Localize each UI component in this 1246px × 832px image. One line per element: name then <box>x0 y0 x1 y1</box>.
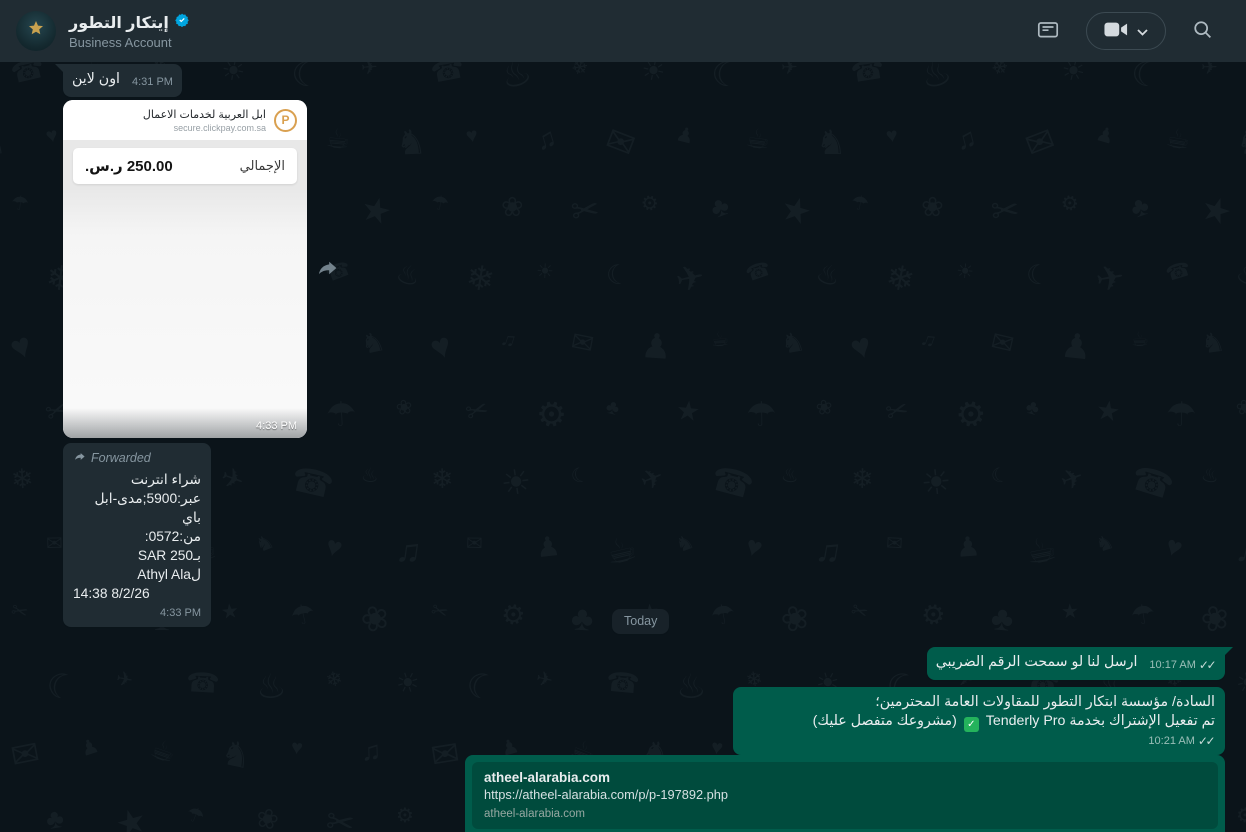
message-time: 4:33 PM <box>256 420 297 432</box>
payment-site-url: secure.clickpay.com.sa <box>173 122 266 133</box>
receipt-total-row: الإجمالي 250.00 ر.س. <box>73 148 297 184</box>
message-line: تم تفعيل الإشتراك بخدمة Tenderly Pro ✓ (… <box>743 712 1215 732</box>
search-icon <box>1192 19 1213 43</box>
total-value: 250.00 ر.س. <box>85 158 173 175</box>
message-time: 10:21 AM <box>1148 735 1195 747</box>
message-text: ارسل لنا لو سمحت الرقم الضريبي <box>935 654 1138 670</box>
clickpay-logo-icon: P <box>274 108 297 132</box>
message-time: 4:33 PM <box>160 607 201 619</box>
message-text: تم تفعيل الإشتراك بخدمة Tenderly Pro <box>985 713 1215 729</box>
forwarded-line: بـSAR 250 <box>137 548 201 563</box>
video-call-button[interactable] <box>1086 12 1166 50</box>
outgoing-message-tax-request: ارسل لنا لو سمحت الرقم الضريبي 10:17 AM … <box>926 647 1234 680</box>
verified-badge-icon <box>175 13 189 32</box>
screen-share-button[interactable] <box>1036 18 1060 45</box>
forward-message-icon[interactable] <box>315 256 339 285</box>
message-meta: 10:17 AM ✓✓ <box>1149 658 1216 672</box>
message-time: 4:31 PM <box>132 76 173 88</box>
chat-header: إيتكار التطور Business Account <box>0 0 1246 62</box>
outgoing-message-activation: السادة/ مؤسسة ابتكار التطور للمقاولات ال… <box>733 687 1225 755</box>
incoming-message-online: اون لاين 4:31 PM <box>55 64 182 97</box>
avatar-logo-icon <box>26 19 46 44</box>
search-button[interactable] <box>1192 19 1213 43</box>
account-type-label: Business Account <box>69 34 172 50</box>
screen-share-icon <box>1036 18 1060 45</box>
chevron-down-icon <box>1137 24 1148 39</box>
check-mark-emoji: ✓ <box>963 717 979 732</box>
incoming-image-message-receipt[interactable]: P ابل العربية لخدمات الاعمال secure.clic… <box>63 100 307 438</box>
outgoing-message-link: atheel-alarabia.com https://atheel-alara… <box>465 755 1225 832</box>
contact-info[interactable]: إيتكار التطور Business Account <box>69 13 189 50</box>
forwarded-line: لAthyl Ala <box>137 567 201 582</box>
message-text: اون لاين <box>72 71 120 87</box>
link-preview-card[interactable]: atheel-alarabia.com https://atheel-alara… <box>472 762 1218 829</box>
forwarded-label: Forwarded <box>91 451 151 465</box>
link-preview-title: atheel-alarabia.com <box>484 770 611 785</box>
message-meta: 10:21 AM ✓✓ <box>743 734 1215 748</box>
video-camera-icon <box>1104 21 1128 41</box>
forwarded-text-block: شراء انترنت عبر:5900;مدى-ابل باي من:0572… <box>73 470 201 603</box>
forwarded-label-row: Forwarded <box>73 450 201 466</box>
incoming-message-forwarded: Forwarded شراء انترنت عبر:5900;مدى-ابل ب… <box>63 443 211 627</box>
receipt-header: P ابل العربية لخدمات الاعمال secure.clic… <box>63 100 307 140</box>
message-line: السادة/ مؤسسة ابتكار التطور للمقاولات ال… <box>875 694 1215 710</box>
forwarded-line: عبر:5900;مدى-ابل باي <box>94 491 201 525</box>
forwarded-line: شراء انترنت <box>130 472 201 487</box>
total-label: الإجمالي <box>239 158 285 173</box>
merchant-name: ابل العربية لخدمات الاعمال <box>142 108 266 121</box>
date-divider: Today <box>612 609 670 634</box>
link-url[interactable]: https://atheel-alarabia.com/p/p-197892.p… <box>484 787 1206 803</box>
whatsapp-chat-window: ★☂❀✂⚙♣★☂❀✂⚙♣★☂❀✂⚙♣★☎♨❄☀☾✈☎♨❄☀☾✈☎♨❄☀☾✈☎♞♥… <box>0 0 1246 832</box>
forwarded-arrow-icon <box>73 450 86 466</box>
receipt-body: الإجمالي 250.00 ر.س. <box>63 140 307 438</box>
forwarded-line: من:0572: <box>144 529 201 544</box>
receipt-merchant-block: ابل العربية لخدمات الاعمال secure.clickp… <box>143 108 266 133</box>
read-ticks-icon: ✓✓ <box>1198 658 1217 672</box>
contact-avatar[interactable] <box>16 11 56 51</box>
read-ticks-icon: ✓✓ <box>1197 734 1216 748</box>
message-text: (مشروعك متفصل عليك) <box>812 713 957 729</box>
message-time: 10:17 AM <box>1149 659 1196 671</box>
header-actions <box>1036 12 1213 50</box>
forwarded-line: 14:38 8/2/26 <box>73 586 150 601</box>
contact-name: إيتكار التطور <box>69 14 169 32</box>
link-preview-domain: atheel-alarabia.com <box>484 808 586 820</box>
